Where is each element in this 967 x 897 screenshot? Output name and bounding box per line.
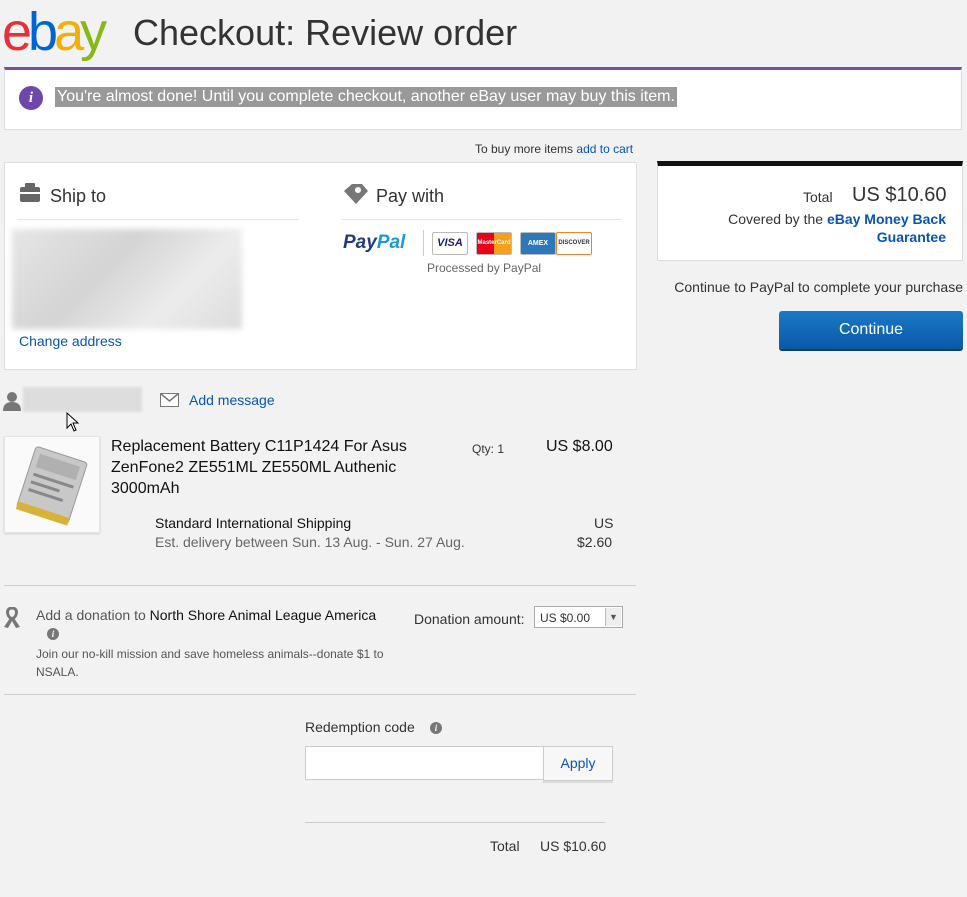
tag-icon xyxy=(344,184,368,204)
ebay-logo[interactable]: ebay xyxy=(2,2,107,62)
ribbon-icon xyxy=(4,607,20,628)
amex-logo: AMEX xyxy=(520,232,556,255)
mouse-cursor-icon xyxy=(66,412,80,432)
order-total-label: Total xyxy=(490,838,520,854)
shipping-box-icon xyxy=(20,183,40,202)
apply-button[interactable]: Apply xyxy=(543,746,613,781)
ship-to-title: Ship to xyxy=(50,186,107,206)
summary-total-label: Total xyxy=(803,189,833,205)
paypal-logo: PayPal xyxy=(343,232,405,254)
visa-logo: VISA xyxy=(432,232,468,255)
info-icon[interactable]: i xyxy=(47,628,59,640)
checkout-notice: i You're almost done! Until you complete… xyxy=(4,67,962,130)
donation-amount-value: US $0.00 xyxy=(540,611,591,625)
divider xyxy=(423,230,424,256)
summary-total-value: US $10.60 xyxy=(852,184,947,206)
pay-with-title: Pay with xyxy=(376,186,445,206)
paypal-logo-pal: Pal xyxy=(376,232,406,253)
item-price: US $8.00 xyxy=(546,438,613,455)
redemption-code-input[interactable] xyxy=(305,746,544,780)
shipping-cost-currency: US xyxy=(594,515,614,531)
shipping-method: Standard International Shipping xyxy=(155,515,352,531)
guarantee-prefix: Covered by the xyxy=(728,211,824,227)
processed-by-paypal: Processed by PayPal xyxy=(427,261,542,275)
donation-amount-label: Donation amount: xyxy=(414,611,525,627)
buy-more-text: To buy more items xyxy=(475,142,574,156)
info-icon[interactable]: i xyxy=(430,722,442,734)
delivery-estimate: Est. delivery between Sun. 13 Aug. - Sun… xyxy=(155,534,465,550)
add-to-cart-link[interactable]: add to cart xyxy=(576,142,633,156)
continue-button[interactable]: Continue xyxy=(779,311,963,349)
shipping-cost: $2.60 xyxy=(577,534,613,550)
item-thumbnail[interactable] xyxy=(4,436,100,533)
donation-organization: North Shore Animal League America xyxy=(149,607,377,623)
battery-image-icon xyxy=(15,446,88,526)
paypal-logo-pay: Pay xyxy=(343,232,377,253)
page-title: Checkout: Review order xyxy=(133,12,518,53)
discover-logo: DISCOVER xyxy=(556,232,592,255)
divider xyxy=(342,219,622,220)
shipping-address-redacted xyxy=(12,229,242,329)
logo-letter-y: y xyxy=(80,2,107,62)
user-icon xyxy=(3,392,21,411)
notice-text: You're almost done! Until you complete c… xyxy=(55,87,677,107)
continue-instructions: Continue to PayPal to complete your purc… xyxy=(674,279,963,295)
envelope-icon[interactable] xyxy=(160,393,179,407)
add-message-link[interactable]: Add message xyxy=(189,392,275,408)
item-quantity: Qty: 1 xyxy=(472,442,505,456)
donation-description: Join our no-kill mission and save homele… xyxy=(36,647,384,679)
logo-letter-b: b xyxy=(28,2,58,62)
item-title[interactable]: Replacement Battery C11P1424 For Asus Ze… xyxy=(111,436,441,499)
buy-more-line: To buy more items add to cart xyxy=(475,142,633,156)
donation-prefix: Add a donation to xyxy=(36,607,146,623)
money-back-guarantee: Covered by the eBay Money Back Guarantee xyxy=(700,210,946,246)
change-address-link[interactable]: Change address xyxy=(19,333,122,349)
chevron-down-icon: ▼ xyxy=(605,608,621,626)
donation-amount-select[interactable]: US $0.00 ▼ xyxy=(534,606,623,628)
redemption-code-label: Redemption code xyxy=(305,719,415,735)
divider xyxy=(305,822,605,823)
divider xyxy=(4,694,636,695)
mastercard-logo: MasterCard xyxy=(476,232,512,255)
logo-letter-a: a xyxy=(54,2,84,62)
seller-name-redacted xyxy=(23,387,142,412)
divider xyxy=(4,585,636,586)
money-back-guarantee-link[interactable]: eBay Money Back Guarantee xyxy=(827,211,946,245)
divider xyxy=(17,219,299,220)
order-total-value: US $10.60 xyxy=(540,838,607,854)
logo-letter-e: e xyxy=(2,2,32,62)
info-icon: i xyxy=(19,86,43,110)
donation-heading: Add a donation to North Shore Animal Lea… xyxy=(36,607,376,623)
